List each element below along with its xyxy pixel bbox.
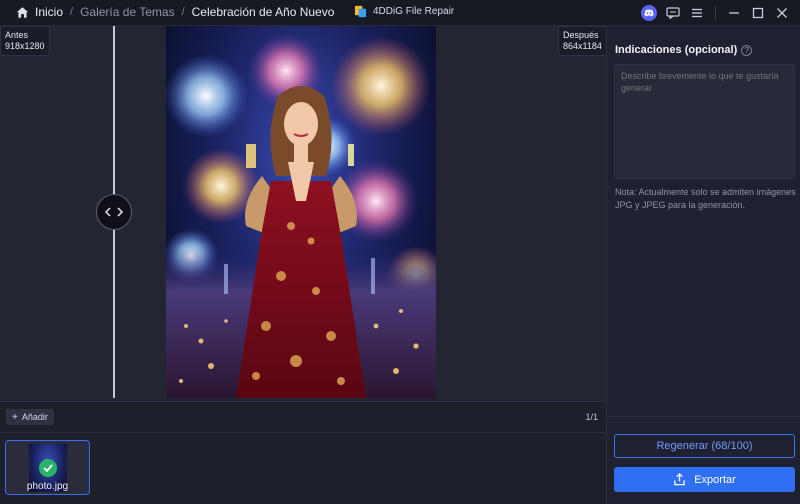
close-icon[interactable] (772, 4, 792, 22)
discord-icon[interactable] (639, 4, 659, 22)
breadcrumb: Inicio / Galería de Temas / Celebración … (16, 5, 334, 19)
after-size-text: 864x1184 (563, 41, 602, 51)
format-note: Nota: Actualmente solo se admiten imágen… (615, 187, 796, 210)
prompt-panel: Indicaciones (opcional) ? Nota: Actualme… (606, 26, 800, 504)
compare-slider-handle[interactable] (96, 194, 132, 230)
preview-image-art (166, 33, 436, 398)
prompt-input[interactable] (614, 64, 795, 179)
title-bar: Inicio / Galería de Temas / Celebración … (0, 0, 800, 26)
upload-icon (674, 473, 685, 486)
breadcrumb-gallery[interactable]: Galería de Temas (80, 5, 175, 19)
page-counter: 1/1 (585, 412, 598, 422)
home-icon[interactable] (16, 6, 29, 19)
window-controls-divider (715, 6, 716, 20)
before-size-text: 918x1280 (5, 41, 45, 51)
add-button[interactable]: + Añadir (6, 409, 54, 425)
checkmark-icon (39, 459, 57, 477)
app-logo-icon (354, 5, 367, 18)
side-panel-divider (607, 416, 800, 417)
minimize-icon[interactable] (724, 4, 744, 22)
export-button-label: Exportar (694, 473, 736, 486)
thumbnail-toolbar: + Añadir 1/1 (0, 401, 606, 433)
add-button-label: Añadir (21, 412, 48, 422)
before-label: Antes 918x1280 (0, 26, 50, 56)
preview-image (166, 26, 436, 398)
prompt-title: Indicaciones (opcional) ? (615, 44, 753, 56)
breadcrumb-home[interactable]: Inicio (35, 5, 63, 19)
export-button[interactable]: Exportar (614, 467, 795, 492)
before-label-text: Antes (5, 30, 29, 40)
menu-icon[interactable] (687, 4, 707, 22)
regenerate-button[interactable]: Regenerar (68/100) (614, 434, 795, 458)
breadcrumb-separator: / (181, 6, 185, 18)
prompt-title-text: Indicaciones (opcional) (615, 44, 738, 56)
breadcrumb-current: Celebración de Año Nuevo (191, 5, 335, 19)
help-icon[interactable]: ? (741, 44, 753, 56)
breadcrumb-separator: / (70, 6, 74, 18)
thumbnail-filename: photo.jpg (26, 481, 69, 492)
app-title: 4DDiG File Repair (354, 5, 454, 18)
thumbnail-strip: photo.jpg (0, 434, 606, 504)
app-title-text: 4DDiG File Repair (373, 6, 455, 17)
plus-icon: + (12, 411, 18, 423)
window-controls (637, 3, 800, 23)
thumbnail-item[interactable]: photo.jpg (5, 440, 90, 495)
after-label-text: Después (563, 30, 599, 40)
after-label: Después 864x1184 (558, 26, 607, 56)
feedback-icon[interactable] (663, 4, 683, 22)
preview-panel: Antes 918x1280 Después 864x1184 (0, 26, 607, 401)
chevron-left-right-icon (104, 207, 124, 217)
maximize-icon[interactable] (748, 4, 768, 22)
